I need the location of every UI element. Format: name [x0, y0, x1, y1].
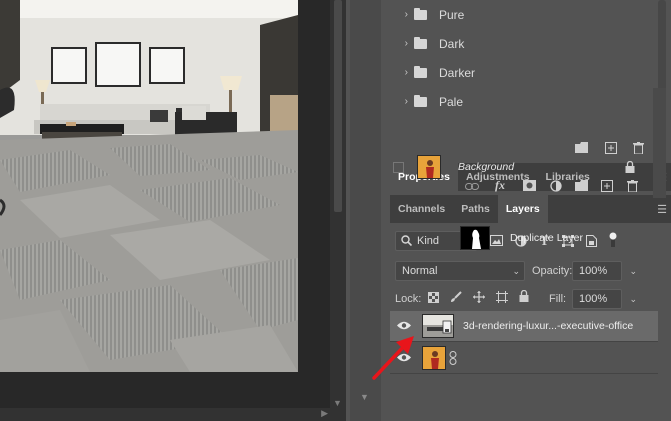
lock-transparent-pixels-icon[interactable] [428, 292, 439, 306]
chevron-right-icon[interactable]: › [390, 96, 408, 107]
layers-tab-bar: Channels Paths Layers ☰ [390, 195, 671, 223]
chevron-down-icon[interactable]: ⌄ [629, 294, 637, 305]
swatch-group-label: Pure [439, 7, 465, 22]
fill-value: 100% [579, 293, 608, 305]
layer-name[interactable]: Background [458, 161, 514, 173]
scroll-down-icon[interactable]: ▼ [333, 398, 342, 408]
brush-icon[interactable] [450, 291, 462, 306]
layers-scrollbar[interactable] [653, 88, 666, 198]
canvas-horizontal-scrollbar[interactable]: ▶ [0, 408, 346, 421]
chain-link-icon[interactable] [449, 351, 457, 368]
folder-icon [414, 94, 427, 107]
document-image[interactable] [0, 0, 298, 372]
opacity-value: 100% [579, 265, 608, 277]
layer-mask-thumbnail[interactable] [460, 226, 490, 250]
opacity-label: Opacity: [532, 265, 573, 277]
adjustment-icon[interactable] [550, 180, 562, 195]
folder-icon [414, 65, 427, 78]
lock-all-icon[interactable] [519, 289, 529, 305]
panel-menu-icon[interactable]: ☰ [657, 203, 667, 216]
new-layer-icon[interactable] [601, 180, 613, 195]
tab-channels[interactable]: Channels [390, 195, 453, 223]
layers-panel: Kind ⌄ T Normal ⌄ Opacity: 100% ⌄ Lo [390, 223, 671, 421]
blend-mode-select[interactable]: Normal ⌄ [395, 261, 525, 281]
layer-thumbnail[interactable] [422, 314, 454, 338]
dock-grip[interactable] [350, 0, 381, 421]
right-panel-dock: › Pure › Dark › Darker › Pale Adjustment… [385, 0, 671, 421]
chevron-down-icon: ⌄ [512, 266, 520, 276]
folder-icon [414, 36, 427, 49]
chevron-down-icon[interactable]: ⌄ [629, 266, 637, 277]
document-canvas-area[interactable]: ▼ ▶ [0, 0, 346, 421]
tab-paths[interactable]: Paths [453, 195, 498, 223]
filter-toggle-icon[interactable] [609, 232, 617, 251]
swatch-group-label: Darker [439, 65, 476, 80]
panel-dock-gutter: ▼ [346, 0, 385, 421]
layer-row-office-render[interactable]: 3d-rendering-luxur...-executive-office [390, 311, 658, 342]
chevron-right-icon[interactable]: › [390, 9, 408, 20]
blend-mode-value: Normal [402, 265, 438, 277]
swatch-group-darker[interactable]: › Darker [390, 58, 653, 87]
layer-thumbnail[interactable] [422, 346, 446, 370]
expand-arrow-icon[interactable]: ▼ [360, 392, 369, 402]
smart-object-filter-icon[interactable] [586, 235, 597, 250]
chevron-right-icon[interactable]: › [390, 67, 408, 78]
eye-icon[interactable] [397, 353, 411, 362]
opacity-input[interactable]: 100% ⌄ [572, 261, 637, 281]
scroll-thumb[interactable] [334, 0, 342, 212]
delete-icon[interactable] [627, 180, 638, 195]
canvas-vertical-scrollbar[interactable]: ▼ [330, 0, 346, 408]
eye-icon[interactable] [397, 321, 411, 330]
swatch-group-label: Dark [439, 36, 465, 51]
chevron-right-icon[interactable]: › [390, 38, 408, 49]
swatch-group-pale[interactable]: › Pale [390, 87, 653, 116]
image-filter-icon[interactable] [490, 235, 503, 249]
visibility-toggle[interactable] [393, 162, 404, 173]
swatch-groups-list: › Pure › Dark › Darker › Pale [390, 0, 653, 124]
lock-icon [625, 160, 635, 176]
move-icon[interactable] [473, 291, 485, 306]
search-icon [401, 235, 413, 249]
folder-icon [414, 7, 427, 20]
add-mask-icon[interactable] [523, 180, 536, 194]
swatch-group-pure[interactable]: › Pure [390, 0, 653, 29]
tab-layers[interactable]: Layers [497, 195, 548, 223]
group-folder-icon[interactable] [575, 180, 588, 194]
link-icon[interactable] [465, 180, 479, 194]
swatch-group-dark[interactable]: › Dark [390, 29, 653, 58]
layer-row-duplicate[interactable] [390, 343, 658, 374]
layer-name[interactable]: Duplicate Layer [510, 232, 583, 244]
fill-label: Fill: [549, 293, 567, 305]
layers-footer: fx [385, 178, 653, 198]
layer-thumbnail[interactable] [417, 155, 441, 179]
layer-name[interactable]: 3d-rendering-luxur...-executive-office [463, 320, 633, 332]
lock-label: Lock: [395, 293, 422, 305]
scroll-right-icon[interactable]: ▶ [321, 408, 328, 419]
filter-kind-label: Kind [417, 235, 440, 247]
fx-icon[interactable]: fx [495, 178, 505, 193]
swatch-group-label: Pale [439, 94, 464, 109]
artboard-lock-icon[interactable] [496, 291, 508, 306]
fill-input[interactable]: 100% ⌄ [572, 289, 637, 309]
office-render-image [0, 0, 298, 372]
